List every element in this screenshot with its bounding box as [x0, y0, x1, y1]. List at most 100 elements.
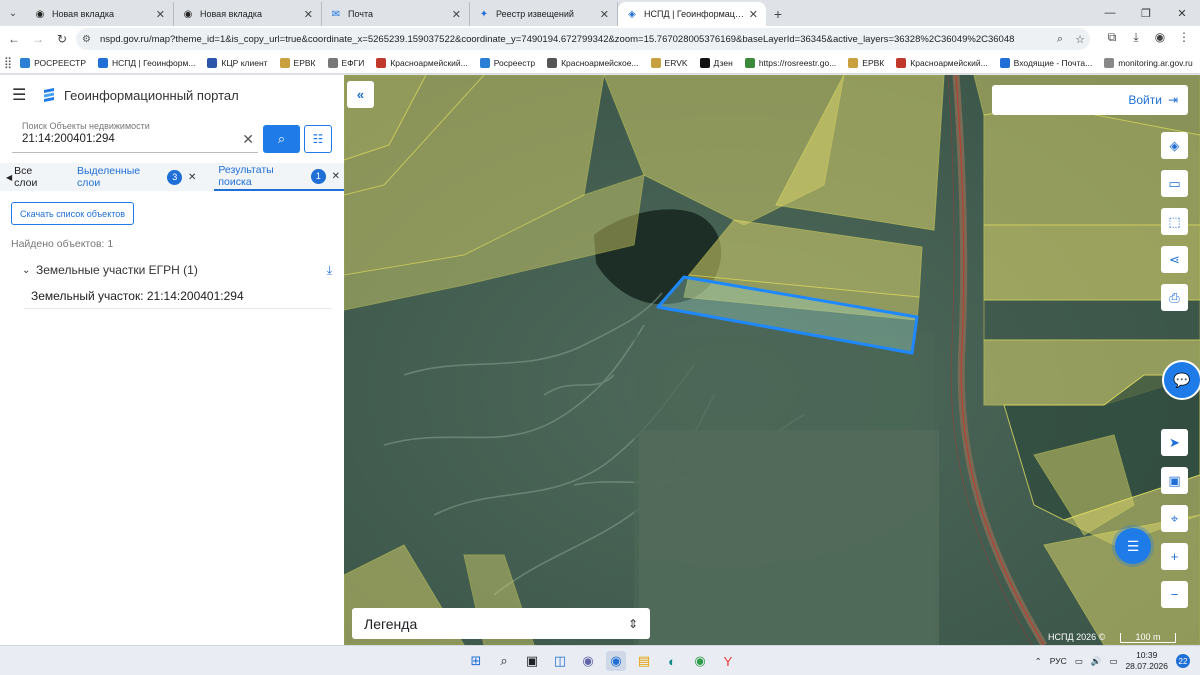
print-button[interactable]: ⎙ — [1161, 284, 1188, 311]
widgets-icon[interactable]: ◫ — [550, 651, 570, 671]
bookmark-favicon-icon — [207, 57, 218, 68]
tab-all-layers[interactable]: ◀ Все слои — [0, 163, 61, 191]
bookmark-item[interactable]: https://rosreestr.go... — [744, 57, 836, 68]
close-icon[interactable]: ✕ — [304, 8, 313, 21]
close-icon[interactable]: ✕ — [600, 8, 609, 21]
basemap-button[interactable]: ▣ — [1161, 467, 1188, 494]
chevron-up-icon[interactable]: ⌃ — [1035, 656, 1042, 667]
battery-icon[interactable]: ▭ — [1109, 656, 1117, 667]
profile-icon[interactable]: ◉ — [1150, 30, 1170, 45]
download-icon[interactable]: ⤓ — [1126, 30, 1146, 45]
map-view[interactable]: « Войти ⇥ ◈ ▭ ⬚ ⋖ ⎙ 💬 ➤ ▣ ⌖ + − ☰ Легенд… — [344, 75, 1200, 645]
back-icon[interactable]: ← — [2, 32, 26, 46]
navigate-icon: ➤ — [1169, 434, 1180, 450]
expand-icon[interactable]: ⇕ — [628, 617, 638, 631]
network-icon[interactable]: ▭ — [1075, 656, 1083, 667]
geolocation-button[interactable]: ➤ — [1161, 429, 1188, 456]
chevron-down-icon[interactable]: ⌄ — [22, 265, 36, 276]
bookmark-item[interactable]: НСПД | Геоинформ... — [98, 57, 195, 68]
bookmark-favicon-icon — [376, 57, 387, 68]
volume-icon[interactable]: 🔊 — [1091, 656, 1102, 667]
bookmark-item[interactable]: Входящие - Почта... — [999, 57, 1092, 68]
tab-search-results[interactable]: Результаты поиска 1 ✕ — [214, 163, 344, 191]
download-icon[interactable]: ⤓ — [327, 263, 332, 278]
bookmark-favicon-icon — [479, 57, 490, 68]
browser-tab-active[interactable]: ◈ НСПД | Геоинформационны ✕ — [618, 2, 766, 26]
lang-indicator[interactable]: РУС — [1050, 656, 1067, 666]
edge-icon[interactable]: ◐ — [662, 651, 682, 671]
reload-icon[interactable]: ↻ — [50, 32, 74, 46]
collapse-panel-button[interactable]: « — [347, 81, 374, 108]
address-bar[interactable]: ⚙ nspd.gov.ru/map?theme_id=1&is_copy_url… — [76, 28, 1090, 50]
clock[interactable]: 10:39 28.07.2026 — [1125, 650, 1168, 672]
url-text[interactable]: nspd.gov.ru/map?theme_id=1&is_copy_url=t… — [100, 34, 1050, 45]
search-input[interactable]: 21:14:200401:294 — [22, 133, 115, 145]
site-info-icon[interactable]: ⚙ — [82, 34, 96, 45]
zoom-in-button[interactable]: + — [1161, 543, 1188, 570]
teams-icon[interactable]: ◉ — [578, 651, 598, 671]
close-icon[interactable]: ✕ — [452, 8, 461, 21]
bookmark-item[interactable]: ЕРВК — [848, 57, 884, 68]
task-view-icon[interactable]: ▣ — [522, 651, 542, 671]
bookmark-item[interactable]: ERVK — [650, 57, 688, 68]
yandex-icon[interactable]: Y — [718, 651, 738, 671]
bookmark-item[interactable]: monitoring.ar.gov.ru — [1104, 57, 1193, 68]
windows-start-icon[interactable]: ⊞ — [466, 651, 486, 671]
close-icon[interactable]: ✕ — [156, 8, 165, 21]
search-icon[interactable]: ⌕ — [494, 651, 514, 671]
login-button[interactable]: Войти ⇥ — [992, 85, 1188, 115]
search-button[interactable]: ⌕ — [263, 125, 300, 153]
minimize-icon[interactable]: — — [1092, 0, 1128, 26]
locate-button[interactable]: ⌖ — [1161, 505, 1188, 532]
tab-label: Все слои — [14, 165, 38, 189]
chrome-alt-icon[interactable]: ◉ — [690, 651, 710, 671]
bookmark-item[interactable]: Красноармейский... — [896, 57, 988, 68]
bookmark-item[interactable]: КЦР клиент — [207, 57, 268, 68]
extensions-icon[interactable]: ⧉ — [1102, 30, 1122, 45]
zoom-out-button[interactable]: − — [1161, 581, 1188, 608]
chrome-icon[interactable]: ◉ — [606, 651, 626, 671]
bookmark-item[interactable]: Красноармейское... — [547, 57, 639, 68]
browser-tab[interactable]: ✦ Реестр извещений ✕ — [470, 2, 618, 26]
result-item[interactable]: Земельный участок: 21:14:200401:294 — [24, 283, 332, 309]
browser-tab[interactable]: ◉ Новая вкладка ✕ — [26, 2, 174, 26]
chat-button[interactable]: ☰ — [1115, 528, 1151, 564]
explorer-icon[interactable]: ▤ — [634, 651, 654, 671]
bookmark-item[interactable]: Росреестр — [479, 57, 535, 68]
browser-tab[interactable]: ✉ Почта ✕ — [322, 2, 470, 26]
measure-button[interactable]: ▭ — [1161, 170, 1188, 197]
search-field[interactable]: Поиск Объекты недвижимости 21:14:200401:… — [12, 121, 258, 153]
share-icon: ⋖ — [1169, 251, 1180, 267]
bookmark-item[interactable]: Красноармейский... — [376, 57, 468, 68]
zoom-icon[interactable]: ⌕ — [1050, 33, 1070, 46]
download-list-button[interactable]: Скачать список объектов — [11, 202, 135, 225]
apps-grid-icon[interactable]: ⣿ — [4, 56, 12, 69]
results-group[interactable]: ⌄ Земельные участки ЕГРН (1) ⤓ — [22, 260, 332, 280]
clear-icon[interactable]: ✕ — [242, 131, 254, 148]
notification-badge[interactable]: 22 — [1176, 654, 1190, 668]
tab-selected-layers[interactable]: Выделенные слои 3 ✕ — [73, 163, 200, 191]
bookmark-star-icon[interactable]: ☆ — [1070, 33, 1090, 46]
browser-tab[interactable]: ◉ Новая вкладка ✕ — [174, 2, 322, 26]
share-button[interactable]: ⋖ — [1161, 246, 1188, 273]
filter-button[interactable]: ☷ — [304, 125, 332, 153]
close-icon[interactable]: ✕ — [332, 171, 340, 182]
close-icon[interactable]: ✕ — [188, 172, 196, 183]
maximize-icon[interactable]: ❐ — [1128, 0, 1164, 26]
tab-label: Почта — [348, 9, 373, 19]
hamburger-menu-icon[interactable]: ☰ — [12, 85, 32, 105]
select-area-button[interactable]: ⬚ — [1161, 208, 1188, 235]
bookmark-item[interactable]: Дзен — [699, 57, 733, 68]
forward-icon[interactable]: → — [26, 32, 50, 46]
tab-search-icon[interactable]: ⌄ — [0, 0, 26, 26]
menu-dots-icon[interactable]: ⋮ — [1174, 30, 1194, 45]
close-window-icon[interactable]: ✕ — [1164, 0, 1200, 26]
info-fab-button[interactable]: 💬 — [1162, 360, 1200, 400]
layers-button[interactable]: ◈ — [1161, 132, 1188, 159]
bookmark-item[interactable]: РОСРЕЕСТР — [20, 57, 86, 68]
bookmark-item[interactable]: ЕФГИ — [327, 57, 364, 68]
new-tab-icon[interactable]: + — [766, 2, 790, 26]
bookmark-item[interactable]: ЕРВК — [279, 57, 316, 68]
close-icon[interactable]: ✕ — [749, 8, 758, 21]
legend-panel[interactable]: Легенда ⇕ — [352, 608, 650, 639]
